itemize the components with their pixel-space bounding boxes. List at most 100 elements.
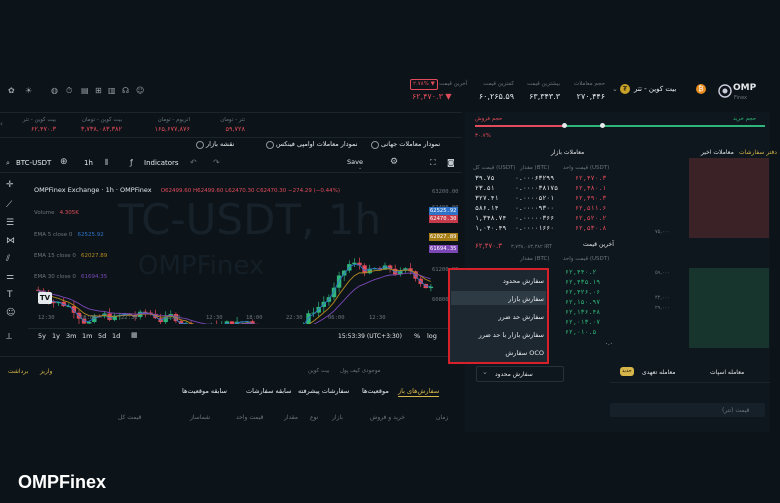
bid-row[interactable]: ۶۲,۱۳۶.۴۸ [565,308,625,318]
price-chart[interactable]: TC-USDT, 1h OMPFinex OMPFinex Exchange ·… [28,174,462,344]
bid-row[interactable]: ۶۲,۰۱۳.۰۷ [565,318,625,328]
ticker-item[interactable]: اتریوم - تومان ۱۶۵,۶۷۷,۸۷۶ [140,116,190,134]
clock-readout[interactable]: 15:53:39 (UTC+3:30) [338,332,402,341]
ask-row[interactable]: ۵۸۶.۱۴ ۰.۰۰۰۰۹۳۰۰ ۶۲,۵۱۱.۶ [465,204,615,214]
pair-selector[interactable]: ⌄ ₮ بیت کوین - تتر ₿ [612,84,707,96]
tab-positions[interactable]: موقعیت‌ها [362,387,389,396]
tab-position-history[interactable]: سابقه موقعیت‌ها [182,387,227,396]
ask-row[interactable]: ۳۹.۷۵ ۰.۰۰۰۶۳۲۹۹ ۶۲,۴۷۰.۳ [465,174,615,184]
wallet-icon[interactable]: ◍ [51,86,58,95]
radio-depth[interactable] [196,141,204,149]
ask-row[interactable]: ۱,۳۴۸.۷۴ ۰.۰۰۰۰۰۳۶۶ ۶۲,۵۲۰.۲ [465,214,615,224]
tab-margin[interactable]: معامله تعهدی [642,368,675,377]
pressure-bar [475,123,765,128]
bid-row[interactable]: ۶۲,۱۵۰.۹۷ [565,298,625,308]
chart-icon[interactable]: ▥ [108,86,116,95]
calendar-icon[interactable]: ▦ [131,331,138,339]
tradingview-logo[interactable]: TV [38,292,52,304]
dropdown-item-stop-market[interactable]: سفارش بازار با حد ضرر [450,331,544,340]
ask-amount: ۰.۰۰۰۰۹۳۰۰ [515,204,555,212]
add-symbol-icon[interactable]: ⊕ [60,157,68,167]
withdraw-link[interactable]: برداشت [8,367,28,376]
price-input[interactable]: قیمت (تتر) [610,403,765,417]
document-icon[interactable]: ▤ [81,86,89,95]
range-1m[interactable]: 1m [82,332,92,341]
tab-depth-map[interactable]: نقشه بازار [206,140,234,149]
percent-toggle[interactable]: % [414,332,420,341]
tab-recent-trades[interactable]: معاملات اخیر [701,148,734,157]
chevron-down-icon[interactable]: ⌄ [358,165,362,171]
bid-row[interactable]: ۶۲,۰۱۰.۵ [565,328,625,338]
indicators-button[interactable]: Indicators [144,159,179,168]
deposit-link[interactable]: واریز [40,367,52,376]
radio-global[interactable] [371,141,379,149]
symbol-button[interactable]: BTC-USDT [16,159,51,168]
wallet-filter-coin[interactable]: بیت کوین [308,367,330,376]
legend-ohlc: O62499.60 H62499.60 L62470.30 C62470.30 … [160,188,341,194]
range-5y[interactable]: 5y [38,332,46,341]
range-3m[interactable]: 3m [66,332,76,341]
tab-omp-chart[interactable]: نمودار معاملات اوامپی فینکس [276,140,358,149]
tab-open-orders[interactable]: سفارش‌های باز [398,387,440,397]
ticker-item[interactable]: بیت کوین - تتر ۶۲,۴۷۰.۳ [6,116,56,134]
fib-icon[interactable]: ☰ [6,218,14,228]
tab-order-history[interactable]: سابقه سفارشات [246,387,291,396]
gear-icon[interactable]: ✿ [8,86,15,95]
user-icon[interactable]: ☺ [136,86,144,95]
range-1d[interactable]: 1d [112,332,120,341]
dropdown-item-market[interactable]: سفارش بازار [450,295,544,304]
interval-button[interactable]: 1h [84,159,93,168]
tab-global-chart[interactable]: نمودار معاملات جهانی [381,140,440,149]
dropdown-item-stop-loss[interactable]: سفارش حد ضرر [450,313,544,322]
order-type-select[interactable]: ⌄ سفارش محدود [476,366,564,382]
ask-row[interactable]: ۲۳.۵۱ ۰.۰۰۰۰۳۸۱۷۵ ۶۲,۴۸۰.۱ [465,184,615,194]
bid-row[interactable]: ۶۲,۴۴۰.۲ [565,268,625,278]
ask-price: ۶۲,۵۲۰.۲ [575,214,607,222]
ask-row[interactable]: ۳۲۷.۴۱ ۰.۰۰۰۰۵۲۰۱ ۶۲,۴۹۰.۳ [465,194,615,204]
range-1y[interactable]: 1y [52,332,60,341]
history-icon[interactable]: ⏱ [66,86,72,96]
radio-omp[interactable] [266,141,274,149]
pattern-icon[interactable]: ⋈ [6,236,15,246]
dropdown-item-oco[interactable]: سفارش OCO [450,349,544,358]
text-tool-icon[interactable]: T [7,290,13,300]
pressure-handle-2[interactable] [600,123,605,128]
theme-icon[interactable]: ☀ [25,86,32,95]
search-icon[interactable]: ⌕ [6,159,10,168]
brand-logo[interactable]: OMP Finex [718,83,756,102]
bid-row[interactable]: ۶۲,۴۲۶.۰۶ [565,288,625,298]
support-icon[interactable]: ☊ [122,86,129,95]
depth-chart-buy [689,268,769,348]
camera-icon[interactable]: ◙ [447,158,455,167]
crosshair-icon[interactable]: ✛ [6,180,14,190]
settings-icon[interactable]: ⚙ [390,157,398,167]
tab-advanced-orders[interactable]: سفارشات پیشرفته [298,387,349,396]
dropdown-item-limit[interactable]: سفارش محدود [450,277,544,286]
ask-price: ۶۲,۴۷۰.۳ [575,174,607,182]
trendline-icon[interactable]: ⟋ [6,200,12,210]
decimals-selector[interactable]: ۰.۰ [605,340,613,349]
tab-spot[interactable]: معامله اسپات [710,368,744,377]
forecast-icon[interactable]: ⚌ [6,272,14,282]
brush-icon[interactable]: ⫽ [6,254,10,264]
ask-row[interactable]: ۱,۰۴۰.۴۹ ۰.۰۰۰۰۱۶۶۰ ۶۲,۵۳۰.۸ [465,224,615,234]
ruler-icon[interactable]: ⟂ [6,332,12,342]
pressure-handle[interactable] [562,123,567,128]
bag-icon[interactable]: ⊞ [95,86,102,95]
undo-icon[interactable]: ↶ [190,158,197,167]
ticker-item[interactable]: تتر - تومان ۵۹,۷۲۸ [200,116,245,134]
redo-icon[interactable]: ↷ [213,158,220,167]
tab-market-trades[interactable]: معاملات بازار [551,148,584,157]
order-type-dropdown[interactable]: سفارش محدود سفارش بازار سفارش حد ضرر سفا… [448,268,549,364]
candle-type-icon[interactable]: ⫴ [105,158,108,168]
emoji-icon[interactable]: ☺ [6,308,15,318]
ask-price: ۶۲,۴۹۰.۳ [575,194,607,202]
ticker-item[interactable]: بیت کوین - تومان ۳,۷۳۸,۰۸۳,۳۸۲ [70,116,122,134]
bid-row[interactable]: ۶۲,۴۳۵.۱۹ [565,278,625,288]
time-axis[interactable]: 12:30 18:00 22:30 06:00 12:30 18:00 22:3… [28,314,428,324]
chevron-left-icon[interactable]: ‹ [0,120,3,128]
log-toggle[interactable]: log [427,332,437,341]
fullscreen-icon[interactable]: ⛶ [430,158,436,168]
range-5d[interactable]: 5d [98,332,106,341]
tab-order-book[interactable]: دفتر سفارشات [739,148,777,157]
